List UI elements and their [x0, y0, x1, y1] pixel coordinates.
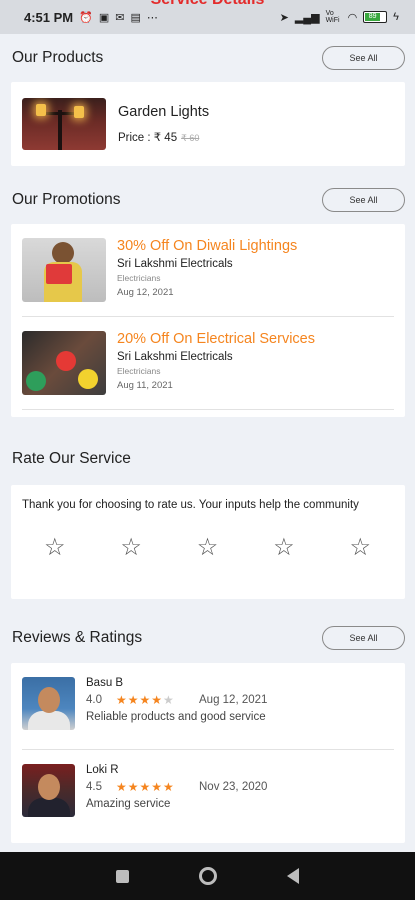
product-item[interactable]: Garden Lights Price : ₹ 45 ₹ 60: [11, 82, 405, 166]
review-item[interactable]: Loki R 4.5 ★★★★★ Nov 23, 2020 Amazing se…: [22, 749, 394, 835]
reviewer-name: Basu B: [86, 677, 124, 689]
reviews-see-all-button[interactable]: See All: [322, 626, 405, 650]
review-item[interactable]: Basu B 4.0 ★★★★★ Aug 12, 2021 Reliable p…: [22, 663, 394, 749]
rate-card: Thank you for choosing to rate us. Your …: [11, 485, 405, 599]
promo-title: 30% Off On Diwali Lightings: [117, 238, 298, 254]
avatar: [22, 764, 75, 817]
promotions-see-all-button[interactable]: See All: [322, 188, 405, 212]
avatar: [22, 677, 75, 730]
notification-icons: ⏰ ▣ ✉ ▤ ⋯: [79, 11, 158, 24]
promo-title: 20% Off On Electrical Services: [117, 331, 315, 347]
rating-stars-input: ☆ ☆ ☆ ☆ ☆: [22, 536, 394, 560]
promo-category: Electricians: [117, 366, 161, 376]
rating-value: 4.0: [86, 694, 102, 706]
review-date: Nov 23, 2020: [199, 781, 268, 793]
vowifi-icon: Vo WiFi: [325, 10, 340, 24]
promo-image: [22, 238, 106, 302]
status-bar: Service Details 4:51 PM ⏰ ▣ ✉ ▤ ⋯ ➤ ▂▄▆ …: [0, 0, 415, 34]
system-icons: ➤ ▂▄▆ Vo WiFi ◠ 89 ϟ: [280, 10, 399, 24]
rate-title: Rate Our Service: [12, 450, 131, 467]
promotions-title: Our Promotions: [12, 191, 121, 208]
product-price: Price : ₹ 45 ₹ 60: [118, 132, 200, 144]
promotions-header: Our Promotions See All: [0, 176, 415, 224]
promo-image: [22, 331, 106, 395]
charging-icon: ϟ: [393, 11, 399, 23]
service-details-content[interactable]: Our Products See All Garden Lights Price…: [0, 34, 415, 852]
rate-prompt: Thank you for choosing to rate us. Your …: [22, 499, 359, 511]
promo-item[interactable]: 30% Off On Diwali Lightings Sri Lakshmi …: [22, 224, 394, 316]
product-image: [22, 98, 106, 150]
promo-category: Electricians: [117, 273, 161, 283]
system-nav-bar: [0, 852, 415, 900]
rating-stars: ★★★★★: [116, 693, 175, 707]
products-title: Our Products: [12, 49, 104, 66]
reviews-header: Reviews & Ratings See All: [0, 613, 415, 663]
battery-icon: 89: [363, 11, 388, 23]
back-icon[interactable]: [287, 868, 299, 884]
rate-header: Rate Our Service: [0, 433, 415, 485]
star-icon[interactable]: ☆: [120, 536, 142, 560]
reviews-list: Basu B 4.0 ★★★★★ Aug 12, 2021 Reliable p…: [11, 663, 405, 843]
home-icon[interactable]: [199, 867, 217, 885]
rating-stars: ★★★★★: [116, 780, 175, 794]
wifi-icon: ◠: [347, 11, 358, 24]
review-text: Reliable products and good service: [86, 711, 266, 723]
location-icon: ➤: [279, 11, 289, 24]
gallery-icon: ▣: [98, 11, 110, 24]
promo-shop: Sri Lakshmi Electricals: [117, 351, 233, 363]
product-old-price: ₹ 60: [181, 133, 200, 143]
file-icon: ▤: [130, 11, 141, 24]
star-icon[interactable]: ☆: [197, 536, 219, 560]
message-icon: ✉: [115, 11, 125, 24]
recents-icon[interactable]: [116, 869, 129, 883]
signal-icon: ▂▄▆: [294, 11, 320, 24]
products-header: Our Products See All: [0, 34, 415, 82]
product-name: Garden Lights: [118, 104, 210, 120]
promotions-list: 30% Off On Diwali Lightings Sri Lakshmi …: [11, 224, 405, 417]
star-icon[interactable]: ☆: [44, 536, 66, 560]
review-date: Aug 12, 2021: [199, 694, 268, 706]
star-icon[interactable]: ☆: [349, 536, 371, 560]
rating-value: 4.5: [86, 781, 102, 793]
promo-item[interactable]: 20% Off On Electrical Services Sri Laksh…: [22, 316, 394, 409]
products-see-all-button[interactable]: See All: [322, 46, 405, 70]
promo-date: Aug 12, 2021: [117, 287, 174, 298]
promo-date: Aug 11, 2021: [117, 380, 173, 391]
review-text: Amazing service: [86, 798, 171, 810]
more-notifications-icon: ⋯: [146, 11, 158, 24]
star-icon[interactable]: ☆: [273, 536, 295, 560]
promo-shop: Sri Lakshmi Electricals: [117, 258, 233, 270]
screen-title-peek: Service Details: [0, 0, 415, 9]
reviewer-name: Loki R: [86, 764, 119, 776]
status-time: 4:51 PM: [24, 9, 74, 25]
reviews-title: Reviews & Ratings: [12, 629, 143, 646]
alarm-icon: ⏰: [79, 11, 93, 24]
